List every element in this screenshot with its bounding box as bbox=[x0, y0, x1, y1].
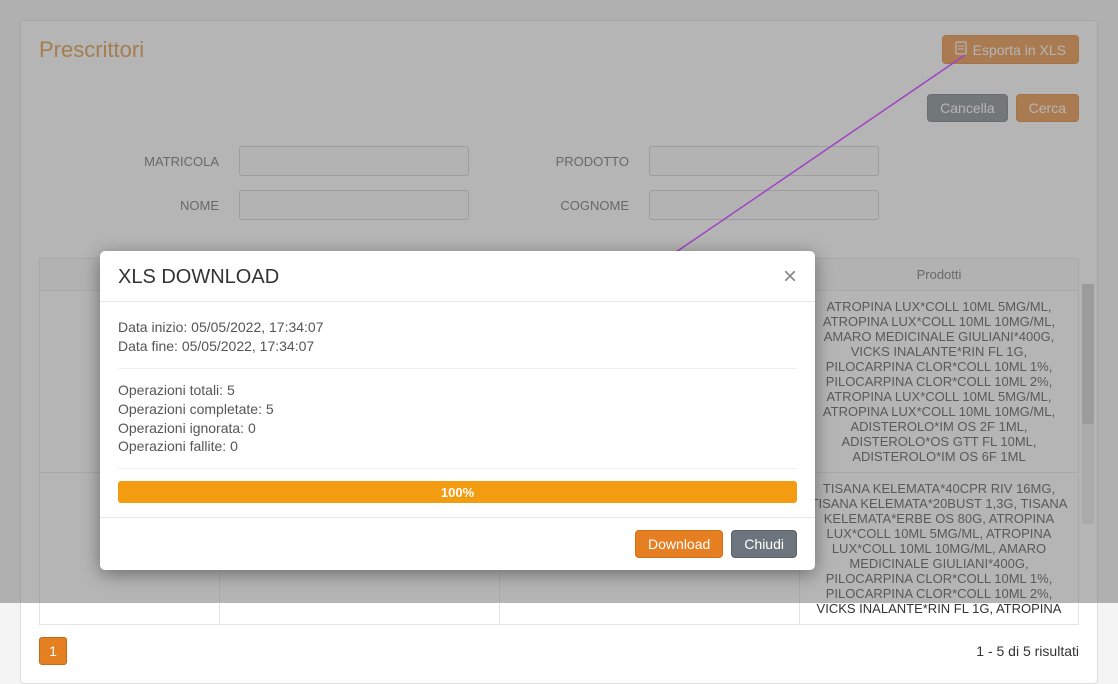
label: Data fine: bbox=[118, 338, 178, 354]
label: Operazioni ignorata: bbox=[118, 420, 244, 436]
download-button[interactable]: Download bbox=[635, 530, 723, 558]
ops-skip-line: Operazioni ignorata: 0 bbox=[118, 419, 797, 438]
divider bbox=[118, 368, 797, 369]
label: Operazioni totali: bbox=[118, 382, 223, 398]
divider bbox=[118, 468, 797, 469]
progress-bar-fill: 100% bbox=[118, 481, 797, 503]
value: 0 bbox=[230, 438, 238, 454]
value: 5 bbox=[266, 401, 274, 417]
xls-download-modal: XLS DOWNLOAD × Data inizio: 05/05/2022, … bbox=[100, 251, 815, 570]
close-icon[interactable]: × bbox=[783, 265, 797, 289]
progress-bar-track: 100% bbox=[118, 481, 797, 503]
ops-done-line: Operazioni completate: 5 bbox=[118, 400, 797, 419]
table-footer: 1 1 - 5 di 5 risultati bbox=[39, 637, 1079, 665]
value: 05/05/2022, 17:34:07 bbox=[191, 319, 323, 335]
data-fine-line: Data fine: 05/05/2022, 17:34:07 bbox=[118, 337, 797, 356]
value: 05/05/2022, 17:34:07 bbox=[182, 338, 314, 354]
modal-footer: Download Chiudi bbox=[100, 517, 815, 570]
modal-header: XLS DOWNLOAD × bbox=[100, 251, 815, 302]
label: Operazioni fallite: bbox=[118, 438, 226, 454]
value: 0 bbox=[248, 420, 256, 436]
result-count: 1 - 5 di 5 risultati bbox=[976, 643, 1079, 659]
value: 5 bbox=[227, 382, 235, 398]
close-button[interactable]: Chiudi bbox=[731, 530, 797, 558]
page-number[interactable]: 1 bbox=[39, 637, 67, 665]
ops-fail-line: Operazioni fallite: 0 bbox=[118, 437, 797, 456]
data-inizio-line: Data inizio: 05/05/2022, 17:34:07 bbox=[118, 318, 797, 337]
modal-title: XLS DOWNLOAD bbox=[118, 266, 279, 289]
modal-body: Data inizio: 05/05/2022, 17:34:07 Data f… bbox=[100, 302, 815, 517]
label: Data inizio: bbox=[118, 319, 187, 335]
ops-total-line: Operazioni totali: 5 bbox=[118, 381, 797, 400]
label: Operazioni completate: bbox=[118, 401, 262, 417]
